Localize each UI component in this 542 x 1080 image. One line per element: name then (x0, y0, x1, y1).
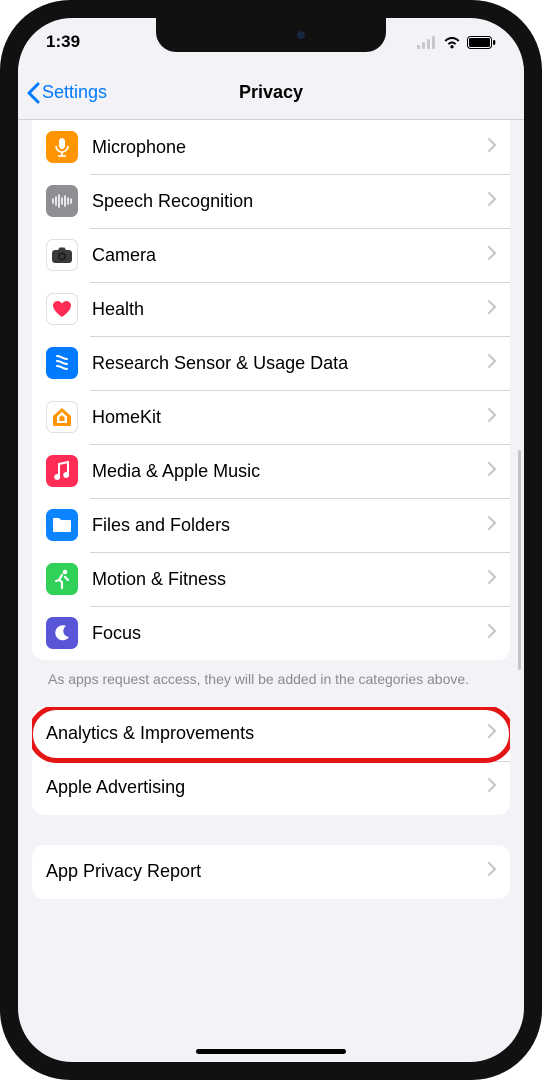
privacy-services-group: Microphone Speech Recognition Camera (32, 120, 510, 660)
row-label: Files and Folders (92, 515, 488, 536)
front-camera-dot (297, 31, 305, 39)
row-media-music[interactable]: Media & Apple Music (32, 444, 510, 498)
screen: 1:39 Settings Privacy (18, 18, 524, 1062)
volume-down-button (0, 315, 2, 385)
row-focus[interactable]: Focus (32, 606, 510, 660)
focus-icon (46, 617, 78, 649)
scroll-indicator[interactable] (518, 450, 521, 670)
chevron-right-icon (488, 192, 496, 211)
row-analytics-improvements[interactable]: Analytics & Improvements (32, 707, 510, 761)
row-label: App Privacy Report (46, 861, 488, 882)
row-app-privacy-report[interactable]: App Privacy Report (32, 845, 510, 899)
battery-icon (467, 36, 496, 49)
volume-up-button (0, 230, 2, 300)
device-frame: 1:39 Settings Privacy (0, 0, 542, 1080)
row-label: Apple Advertising (46, 777, 488, 798)
camera-icon (46, 239, 78, 271)
settings-content[interactable]: Microphone Speech Recognition Camera (18, 120, 524, 1062)
row-label: Motion & Fitness (92, 569, 488, 590)
nav-bar: Settings Privacy (18, 66, 524, 120)
research-icon (46, 347, 78, 379)
cellular-icon (417, 36, 437, 49)
chevron-right-icon (488, 354, 496, 373)
notch (156, 18, 386, 52)
analytics-group: Analytics & Improvements Apple Advertisi… (32, 707, 510, 815)
row-label: Research Sensor & Usage Data (92, 353, 488, 374)
home-indicator[interactable] (196, 1049, 346, 1054)
row-label: Microphone (92, 137, 488, 158)
mute-switch (0, 160, 2, 198)
row-label: Media & Apple Music (92, 461, 488, 482)
chevron-right-icon (488, 570, 496, 589)
row-label: Focus (92, 623, 488, 644)
chevron-right-icon (488, 624, 496, 643)
row-motion-fitness[interactable]: Motion & Fitness (32, 552, 510, 606)
chevron-right-icon (488, 778, 496, 797)
row-speech-recognition[interactable]: Speech Recognition (32, 174, 510, 228)
group-footer-text: As apps request access, they will be add… (32, 660, 510, 695)
back-button[interactable]: Settings (18, 82, 107, 104)
row-research-sensor[interactable]: Research Sensor & Usage Data (32, 336, 510, 390)
row-camera[interactable]: Camera (32, 228, 510, 282)
chevron-left-icon (26, 82, 40, 104)
status-time: 1:39 (46, 32, 80, 52)
row-apple-advertising[interactable]: Apple Advertising (32, 761, 510, 815)
chevron-right-icon (488, 516, 496, 535)
folder-icon (46, 509, 78, 541)
speech-icon (46, 185, 78, 217)
back-label: Settings (42, 82, 107, 103)
homekit-icon (46, 401, 78, 433)
chevron-right-icon (488, 138, 496, 157)
chevron-right-icon (488, 462, 496, 481)
chevron-right-icon (488, 300, 496, 319)
chevron-right-icon (488, 408, 496, 427)
chevron-right-icon (488, 724, 496, 743)
row-label: Camera (92, 245, 488, 266)
row-label: HomeKit (92, 407, 488, 428)
health-icon (46, 293, 78, 325)
row-homekit[interactable]: HomeKit (32, 390, 510, 444)
row-microphone[interactable]: Microphone (32, 120, 510, 174)
fitness-icon (46, 563, 78, 595)
music-icon (46, 455, 78, 487)
privacy-report-group: App Privacy Report (32, 845, 510, 899)
wifi-icon (443, 36, 461, 49)
chevron-right-icon (488, 246, 496, 265)
row-health[interactable]: Health (32, 282, 510, 336)
row-label: Health (92, 299, 488, 320)
row-files-folders[interactable]: Files and Folders (32, 498, 510, 552)
chevron-right-icon (488, 862, 496, 881)
row-label: Speech Recognition (92, 191, 488, 212)
row-label: Analytics & Improvements (46, 723, 488, 744)
microphone-icon (46, 131, 78, 163)
